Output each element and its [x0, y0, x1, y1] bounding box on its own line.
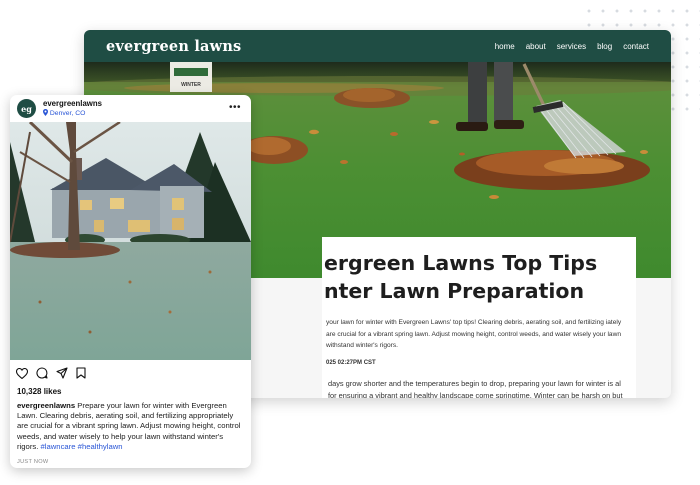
like-heart-icon[interactable] [16, 367, 28, 379]
article-body: days grow shorter and the temperatures b… [328, 378, 623, 399]
nav-about[interactable]: about [526, 42, 546, 51]
location-pin-icon [43, 109, 48, 116]
article-title-line-2: nter Lawn Preparation [324, 279, 585, 303]
comment-bubble-icon[interactable] [36, 367, 48, 379]
post-timestamp: JUST NOW [17, 459, 49, 466]
site-logo[interactable]: evergreen lawns [106, 38, 241, 55]
caption-username[interactable]: evergreenlawns [17, 401, 75, 410]
post-header: eg evergreenlawns Denver, CO ••• [10, 95, 251, 122]
product-bag-label: WINTER [181, 82, 201, 88]
instagram-post-card: eg evergreenlawns Denver, CO ••• 10,328 … [10, 95, 251, 468]
post-actions [10, 360, 251, 386]
nav-contact[interactable]: contact [623, 42, 649, 51]
avatar[interactable]: eg [17, 99, 36, 118]
blog-article-card: ergreen Lawns Top Tips nter Lawn Prepara… [322, 237, 636, 398]
nav-home[interactable]: home [495, 42, 515, 51]
share-send-icon[interactable] [56, 367, 68, 379]
nav-services[interactable]: services [557, 42, 586, 51]
article-date: 025 02:27PM CST [326, 359, 376, 366]
location-text: Denver, CO [49, 110, 86, 117]
house-photo-illustration [10, 122, 251, 360]
likes-count[interactable]: 10,328 likes [10, 386, 251, 397]
post-author: evergreenlawns Denver, CO [43, 99, 102, 118]
post-caption: evergreenlawns Prepare your lawn for win… [10, 397, 251, 452]
site-header: evergreen lawns home about services blog… [84, 30, 671, 62]
site-nav: home about services blog contact [495, 42, 649, 51]
article-title-line-1: ergreen Lawns Top Tips [324, 251, 598, 275]
author-username[interactable]: evergreenlawns [43, 99, 102, 109]
bookmark-icon[interactable] [76, 367, 86, 379]
more-options-icon[interactable]: ••• [229, 102, 241, 113]
post-location[interactable]: Denver, CO [43, 109, 102, 118]
article-summary: your lawn for winter with Evergreen Lawn… [326, 319, 622, 349]
caption-hashtags[interactable]: #lawncare #healthylawn [41, 442, 123, 451]
post-photo [10, 122, 251, 360]
nav-blog[interactable]: blog [597, 42, 612, 51]
